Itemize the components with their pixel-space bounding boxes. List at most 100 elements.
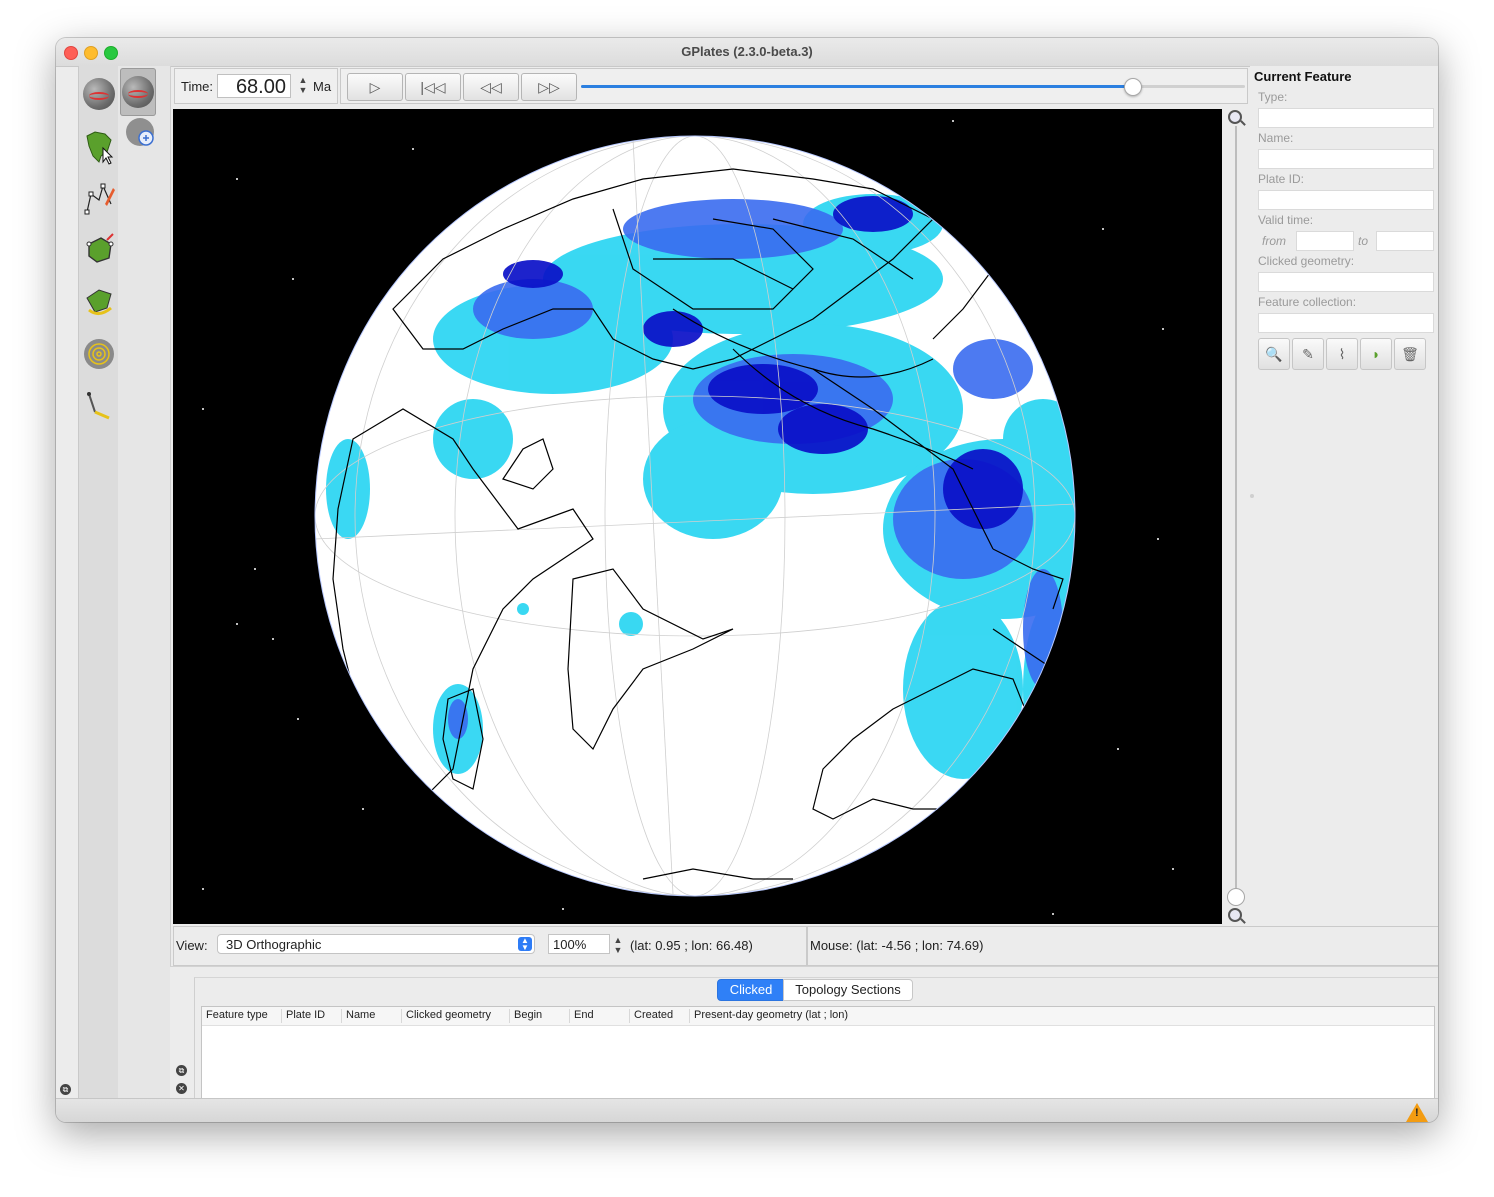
- zoom-slider-handle[interactable]: [1227, 888, 1245, 906]
- feature-collection-field[interactable]: [1258, 313, 1434, 333]
- digitise-geometry-tool[interactable]: [81, 174, 117, 222]
- zoom-in-icon[interactable]: [1228, 110, 1242, 124]
- zoom-globe-tool[interactable]: [124, 114, 160, 162]
- mouse-position: Mouse: (lat: -4.56 ; lon: 74.69): [810, 938, 984, 953]
- time-box: Time: 68.00 ▲ ▼ Ma: [174, 68, 338, 104]
- mouse-position-bar: Mouse: (lat: -4.56 ; lon: 74.69): [807, 926, 1438, 966]
- time-slider-fill: [581, 85, 1133, 88]
- column-name[interactable]: Name: [342, 1009, 402, 1023]
- delete-feature-icon: 🗑: [1401, 346, 1419, 362]
- reset-icon: |◁◁: [420, 79, 446, 95]
- step-forward-button[interactable]: ▷▷: [521, 73, 577, 101]
- tool-palette-secondary: [118, 66, 171, 1098]
- step-back-icon: ◁◁: [480, 79, 502, 95]
- valid-to-field[interactable]: [1376, 231, 1434, 251]
- zoom-out-icon[interactable]: [1228, 908, 1242, 922]
- play-icon: ▷: [369, 79, 381, 95]
- step-back-button[interactable]: ◁◁: [463, 73, 519, 101]
- plate-id-field[interactable]: [1258, 190, 1434, 210]
- view-bar: View: 3D Orthographic ▲ ▼ 100% ▲ ▼ (lat: 0…: [173, 926, 807, 966]
- column-end[interactable]: End: [570, 1009, 630, 1023]
- build-topology-icon: [86, 233, 114, 263]
- zoom-slider[interactable]: [1226, 108, 1246, 924]
- column-present-day-geometry[interactable]: Present-day geometry (lat ; lon): [690, 1009, 950, 1023]
- clicked-geometry-label: Clicked geometry:: [1258, 254, 1355, 268]
- float-panel-icon[interactable]: ⧉: [176, 1065, 187, 1076]
- query-feature-icon: 🔍: [1265, 346, 1283, 362]
- digitise-geometry-icon: [84, 183, 115, 215]
- status-bar: !: [56, 1098, 1438, 1122]
- bottom-panel: ⧉ ✕ Clicked Topology Sections Feature ty…: [170, 966, 1438, 1104]
- feature-collection-label: Feature collection:: [1258, 295, 1357, 309]
- globe-view[interactable]: [173, 109, 1222, 924]
- gplates-window: GPlates (2.3.0-beta.3) Time: 68.00 ▲ ▼ M…: [56, 38, 1438, 1122]
- query-feature-button[interactable]: 🔍: [1258, 338, 1290, 370]
- drag-globe-icon: [83, 78, 115, 110]
- restore-toolbar-icon[interactable]: ⧉: [60, 1084, 71, 1095]
- zoom-slider-track[interactable]: [1235, 126, 1237, 896]
- zoom-globe-icon: [126, 118, 154, 146]
- reset-animation-button[interactable]: |◁◁: [405, 73, 461, 101]
- time-input[interactable]: 68.00: [217, 74, 291, 98]
- clicked-features-table: Feature type Plate ID Name Clicked geome…: [201, 1006, 1435, 1104]
- column-created[interactable]: Created: [630, 1009, 690, 1023]
- column-plate-id[interactable]: Plate ID: [282, 1009, 342, 1023]
- reconstruct-icon: ◗: [1371, 346, 1381, 362]
- delete-feature-button[interactable]: 🗑: [1394, 338, 1426, 370]
- table-header: Feature type Plate ID Name Clicked geome…: [202, 1007, 1434, 1026]
- reconstruct-button[interactable]: ◗: [1360, 338, 1392, 370]
- clicked-panel: Clicked Topology Sections Feature type P…: [194, 977, 1438, 1104]
- current-feature-title: Current Feature: [1254, 69, 1352, 84]
- valid-from-field[interactable]: [1296, 231, 1354, 251]
- warning-icon[interactable]: !: [1406, 1103, 1428, 1122]
- zoom-spinner[interactable]: ▲ ▼: [612, 935, 624, 957]
- camera-latlon: (lat: 0.95 ; lon: 66.48): [630, 938, 753, 953]
- title-bar: GPlates (2.3.0-beta.3): [56, 38, 1438, 67]
- choose-feature-icon: [86, 131, 114, 165]
- time-spinner[interactable]: ▲ ▼: [297, 75, 309, 97]
- build-topology-tool[interactable]: [81, 226, 117, 274]
- column-feature-type[interactable]: Feature type: [202, 1009, 282, 1023]
- rotate-globe-tool[interactable]: [120, 68, 156, 116]
- edit-feature-button[interactable]: ✎: [1292, 338, 1324, 370]
- rotate-globe-icon: [122, 76, 154, 108]
- clone-geometry-icon: ⌇: [1338, 346, 1346, 362]
- tool-palette-primary: [78, 66, 120, 1098]
- projection-select[interactable]: 3D Orthographic ▲ ▼: [217, 934, 535, 954]
- globe-canvas[interactable]: [173, 109, 1222, 924]
- time-units: Ma: [313, 79, 332, 94]
- measure-distance-tool[interactable]: [81, 382, 117, 430]
- drag-globe-tool[interactable]: [81, 70, 117, 118]
- time-toolbar: Time: 68.00 ▲ ▼ Ma ▷ |◁◁ ◁◁ ▷▷: [174, 68, 1248, 104]
- column-begin[interactable]: Begin: [510, 1009, 570, 1023]
- zoom-percent-input[interactable]: 100%: [548, 934, 610, 954]
- tab-clicked[interactable]: Clicked: [717, 979, 785, 1001]
- window-title: GPlates (2.3.0-beta.3): [681, 44, 813, 59]
- splitter-handle[interactable]: [1250, 494, 1254, 498]
- small-circle-icon: [84, 339, 114, 369]
- from-label: from: [1262, 234, 1286, 248]
- type-field[interactable]: [1258, 108, 1434, 128]
- modify-pole-icon: [86, 289, 112, 315]
- measure-distance-icon: [87, 392, 110, 420]
- time-slider-handle[interactable]: [1124, 78, 1143, 96]
- tab-topology-sections[interactable]: Topology Sections: [783, 979, 913, 1001]
- column-clicked-geometry[interactable]: Clicked geometry: [402, 1009, 510, 1023]
- modify-pole-tool[interactable]: [81, 278, 117, 326]
- name-field[interactable]: [1258, 149, 1434, 169]
- projection-value: 3D Orthographic: [226, 937, 322, 952]
- play-button[interactable]: ▷: [347, 73, 403, 101]
- select-arrows-icon: ▲ ▼: [518, 937, 532, 952]
- small-circle-tool[interactable]: [81, 330, 117, 378]
- to-label: to: [1358, 234, 1369, 248]
- step-forward-icon: ▷▷: [538, 79, 560, 95]
- edit-feature-icon: ✎: [1302, 346, 1314, 362]
- time-slider[interactable]: [581, 78, 1245, 96]
- close-panel-icon[interactable]: ✕: [176, 1083, 187, 1094]
- valid-time-label: Valid time:: [1258, 213, 1314, 227]
- type-label: Type:: [1258, 90, 1288, 104]
- clone-geometry-button[interactable]: ⌇: [1326, 338, 1358, 370]
- clicked-geometry-field[interactable]: [1258, 272, 1434, 292]
- current-feature-panel: Current Feature Type: Name: Plate ID: Va…: [1250, 66, 1438, 932]
- choose-feature-tool[interactable]: [81, 122, 117, 170]
